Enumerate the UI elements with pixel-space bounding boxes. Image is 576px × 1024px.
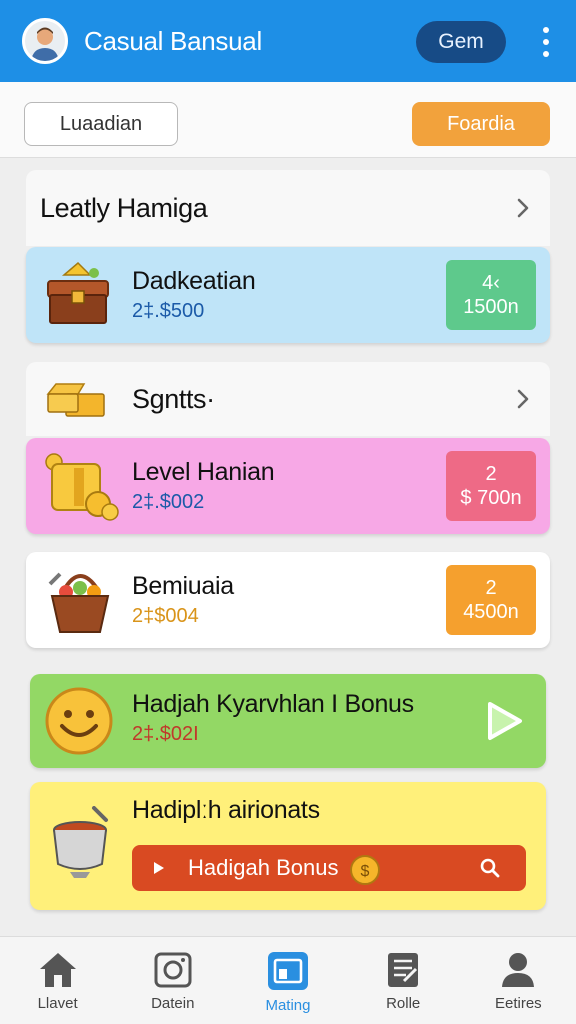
nav-item-home[interactable]: Llavet <box>0 937 115 1024</box>
chevron-right-icon <box>517 389 529 409</box>
card-amount: 2‡.$002 <box>132 491 205 513</box>
list-item[interactable]: Dadkeatian 2‡.$500 4‹ 1500n <box>26 247 550 343</box>
card-title: Hadiplːh airionats <box>132 796 320 824</box>
nav-label: Rolle <box>386 995 421 1012</box>
badge-bottom: $ 700n <box>460 487 522 509</box>
document-icon <box>388 953 419 987</box>
nav-item-mating[interactable]: Mating <box>230 937 345 1024</box>
fruit-basket-icon <box>48 572 110 633</box>
section-header-1[interactable]: Leatly Hamiga <box>26 170 550 246</box>
card-title: Hadjah Kyarvhlan I Bonus <box>132 690 414 718</box>
gem-button[interactable]: Gem <box>416 21 506 63</box>
card-amount: 2‡$004 <box>132 605 199 627</box>
nav-item-role[interactable]: Rolle <box>346 937 461 1024</box>
tablet-icon <box>267 952 308 990</box>
card-amount: 2‡.$500 <box>132 300 205 322</box>
bonus-card[interactable]: Hadjah Kyarvhlan I Bonus 2‡.$02I <box>30 674 546 768</box>
more-vertical-icon[interactable] <box>536 27 556 57</box>
nav-label: Datein <box>151 995 195 1012</box>
section-header-2[interactable]: Sgntts· <box>26 362 550 436</box>
app-title: Casual Bansual <box>84 25 262 56</box>
nav-label: Eetires <box>495 995 542 1012</box>
treasure-chest-icon <box>47 261 109 324</box>
reward-badge[interactable]: 2 4500n <box>446 565 536 635</box>
language-button[interactable]: Luaadian <box>24 102 178 146</box>
avatar[interactable] <box>22 18 68 64</box>
card-title: Dadkeatian <box>132 267 256 295</box>
card-title: Bemiuaia <box>132 572 234 600</box>
nav-label: Mating <box>265 997 311 1014</box>
badge-bottom: 1500n <box>463 296 519 318</box>
bottom-nav: Llavet Datein Mating Rolle Eetires <box>0 936 576 1024</box>
nav-label: Llavet <box>37 995 78 1012</box>
card-amount: 2‡.$02I <box>132 723 199 745</box>
svg-text:$: $ <box>361 863 370 880</box>
nav-item-profile[interactable]: Eetires <box>461 937 576 1024</box>
action-button[interactable]: Foardia <box>412 102 550 146</box>
play-arrow-icon[interactable] <box>484 700 524 742</box>
badge-top: 4‹ <box>482 272 500 294</box>
caret-right-icon <box>154 862 164 874</box>
camera-icon <box>154 952 192 988</box>
gold-bars-icon <box>46 383 105 417</box>
section-title: Sgntts· <box>132 383 215 414</box>
nav-item-camera[interactable]: Datein <box>115 937 230 1024</box>
cooking-pot-icon <box>53 806 108 878</box>
person-icon <box>502 953 535 987</box>
list-item[interactable]: Bemiuaia 2‡$004 2 4500n <box>26 552 550 648</box>
gold-box-icon <box>45 453 119 521</box>
bonus-search-label: Hadigah Bonus <box>188 855 339 880</box>
money-bag-icon: $ <box>350 855 381 885</box>
card-title: Level Hanian <box>132 458 275 486</box>
badge-bottom: 4500n <box>463 601 519 623</box>
badge-top: 2 <box>485 577 497 599</box>
home-icon <box>39 953 76 987</box>
toolbar: Luaadian Foardia <box>0 82 576 158</box>
bonus-search-bar[interactable]: Hadigah Bonus $ <box>132 845 526 891</box>
search-icon[interactable] <box>480 858 500 878</box>
smiley-coin-icon <box>45 687 113 755</box>
section-title: Leatly Hamiga <box>40 192 208 223</box>
reward-badge[interactable]: 2 $ 700n <box>446 451 536 521</box>
badge-top: 2 <box>485 463 497 485</box>
list-item[interactable]: Level Hanian 2‡.$002 2 $ 700n <box>26 438 550 534</box>
chevron-right-icon <box>517 198 529 218</box>
app-bar: Casual Bansual Gem <box>0 0 576 82</box>
reward-badge[interactable]: 4‹ 1500n <box>446 260 536 330</box>
